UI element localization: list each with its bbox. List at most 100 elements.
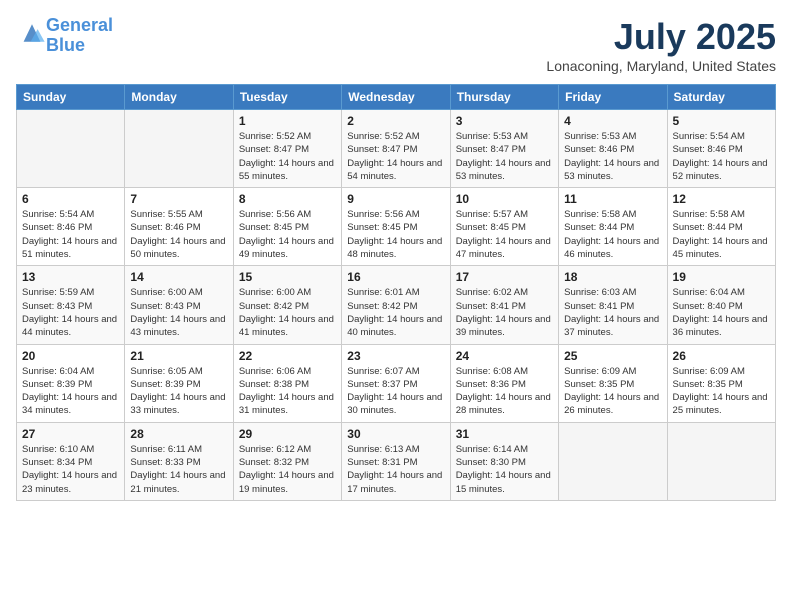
- day-number: 23: [347, 349, 444, 363]
- calendar-cell-6: 6Sunrise: 5:54 AM Sunset: 8:46 PM Daylig…: [17, 188, 125, 266]
- logo: General Blue: [16, 16, 113, 56]
- day-number: 11: [564, 192, 661, 206]
- calendar-cell-21: 21 Sunrise: 6:05 AM Sunset: 8:39 PM Dayli…: [125, 344, 233, 422]
- calendar-cell-9: 9 Sunrise: 5:56 AM Sunset: 8:45 PM Daylig…: [342, 188, 450, 266]
- calendar-cell-24: 24 Sunrise: 6:08 AM Sunset: 8:36 PM Dayli…: [450, 344, 558, 422]
- day-number: 13: [22, 270, 119, 284]
- calendar-cell-14: 14 Sunrise: 6:00 AM Sunset: 8:43 PM Dayli…: [125, 266, 233, 344]
- day-number: 12: [673, 192, 770, 206]
- calendar-cell-7: 7 Sunrise: 5:55 AM Sunset: 8:46 PM Daylig…: [125, 188, 233, 266]
- day-number: 14: [130, 270, 227, 284]
- calendar-cell-1: 1Sunrise: 5:52 AM Sunset: 8:47 PM Daylig…: [233, 110, 341, 188]
- day-number: 8: [239, 192, 336, 206]
- calendar-cell-31: 31 Sunrise: 6:14 AM Sunset: 8:30 PM Dayli…: [450, 422, 558, 500]
- month-title: July 2025: [546, 16, 776, 58]
- calendar-cell-8: 8 Sunrise: 5:56 AM Sunset: 8:45 PM Daylig…: [233, 188, 341, 266]
- day-info: Sunrise: 5:53 AM Sunset: 8:46 PM Dayligh…: [564, 130, 661, 183]
- day-info: Sunrise: 6:12 AM Sunset: 8:32 PM Dayligh…: [239, 443, 336, 496]
- calendar-cell-12: 12 Sunrise: 5:58 AM Sunset: 8:44 PM Dayli…: [667, 188, 775, 266]
- week-row-3: 13 Sunrise: 5:59 AM Sunset: 8:43 PM Dayli…: [17, 266, 776, 344]
- calendar-cell-28: 28 Sunrise: 6:11 AM Sunset: 8:33 PM Dayli…: [125, 422, 233, 500]
- day-info: Sunrise: 5:56 AM Sunset: 8:45 PM Dayligh…: [347, 208, 444, 261]
- day-number: 29: [239, 427, 336, 441]
- day-number: 16: [347, 270, 444, 284]
- day-info: Sunrise: 6:13 AM Sunset: 8:31 PM Dayligh…: [347, 443, 444, 496]
- day-number: 31: [456, 427, 553, 441]
- week-row-4: 20Sunrise: 6:04 AM Sunset: 8:39 PM Dayli…: [17, 344, 776, 422]
- weekday-header-monday: Monday: [125, 85, 233, 110]
- calendar-cell-25: 25 Sunrise: 6:09 AM Sunset: 8:35 PM Dayli…: [559, 344, 667, 422]
- day-info: Sunrise: 5:52 AM Sunset: 8:47 PM Dayligh…: [347, 130, 444, 183]
- day-info: Sunrise: 6:11 AM Sunset: 8:33 PM Dayligh…: [130, 443, 227, 496]
- day-number: 6: [22, 192, 119, 206]
- day-info: Sunrise: 6:00 AM Sunset: 8:43 PM Dayligh…: [130, 286, 227, 339]
- calendar-cell-5: 5Sunrise: 5:54 AM Sunset: 8:46 PM Daylig…: [667, 110, 775, 188]
- calendar-cell-30: 30 Sunrise: 6:13 AM Sunset: 8:31 PM Dayli…: [342, 422, 450, 500]
- day-info: Sunrise: 5:53 AM Sunset: 8:47 PM Dayligh…: [456, 130, 553, 183]
- calendar-cell-13: 13 Sunrise: 5:59 AM Sunset: 8:43 PM Dayli…: [17, 266, 125, 344]
- weekday-header-saturday: Saturday: [667, 85, 775, 110]
- calendar-cell-27: 27 Sunrise: 6:10 AM Sunset: 8:34 PM Dayli…: [17, 422, 125, 500]
- week-row-5: 27 Sunrise: 6:10 AM Sunset: 8:34 PM Dayli…: [17, 422, 776, 500]
- calendar-cell-19: 19Sunrise: 6:04 AM Sunset: 8:40 PM Dayli…: [667, 266, 775, 344]
- calendar-cell-11: 11 Sunrise: 5:58 AM Sunset: 8:44 PM Dayli…: [559, 188, 667, 266]
- title-area: July 2025 Lonaconing, Maryland, United S…: [546, 16, 776, 74]
- day-info: Sunrise: 6:09 AM Sunset: 8:35 PM Dayligh…: [673, 365, 770, 418]
- weekday-header-friday: Friday: [559, 85, 667, 110]
- weekday-header-sunday: Sunday: [17, 85, 125, 110]
- day-info: Sunrise: 5:57 AM Sunset: 8:45 PM Dayligh…: [456, 208, 553, 261]
- day-number: 24: [456, 349, 553, 363]
- calendar-cell-empty: [17, 110, 125, 188]
- calendar-cell-18: 18Sunrise: 6:03 AM Sunset: 8:41 PM Dayli…: [559, 266, 667, 344]
- day-number: 27: [22, 427, 119, 441]
- day-number: 1: [239, 114, 336, 128]
- day-number: 3: [456, 114, 553, 128]
- day-info: Sunrise: 5:54 AM Sunset: 8:46 PM Dayligh…: [673, 130, 770, 183]
- day-info: Sunrise: 5:59 AM Sunset: 8:43 PM Dayligh…: [22, 286, 119, 339]
- day-number: 7: [130, 192, 227, 206]
- day-number: 25: [564, 349, 661, 363]
- day-info: Sunrise: 6:09 AM Sunset: 8:35 PM Dayligh…: [564, 365, 661, 418]
- calendar-cell-empty: [125, 110, 233, 188]
- day-number: 26: [673, 349, 770, 363]
- calendar-cell-3: 3 Sunrise: 5:53 AM Sunset: 8:47 PM Daylig…: [450, 110, 558, 188]
- page-header: General Blue July 2025 Lonaconing, Maryl…: [16, 16, 776, 74]
- weekday-header-thursday: Thursday: [450, 85, 558, 110]
- day-number: 30: [347, 427, 444, 441]
- day-info: Sunrise: 5:58 AM Sunset: 8:44 PM Dayligh…: [564, 208, 661, 261]
- calendar-cell-26: 26 Sunrise: 6:09 AM Sunset: 8:35 PM Dayli…: [667, 344, 775, 422]
- day-info: Sunrise: 5:56 AM Sunset: 8:45 PM Dayligh…: [239, 208, 336, 261]
- calendar-cell-29: 29 Sunrise: 6:12 AM Sunset: 8:32 PM Dayli…: [233, 422, 341, 500]
- day-info: Sunrise: 6:01 AM Sunset: 8:42 PM Dayligh…: [347, 286, 444, 339]
- day-info: Sunrise: 6:02 AM Sunset: 8:41 PM Dayligh…: [456, 286, 553, 339]
- day-info: Sunrise: 6:08 AM Sunset: 8:36 PM Dayligh…: [456, 365, 553, 418]
- calendar-cell-empty: [667, 422, 775, 500]
- day-number: 9: [347, 192, 444, 206]
- calendar-cell-10: 10 Sunrise: 5:57 AM Sunset: 8:45 PM Dayli…: [450, 188, 558, 266]
- day-info: Sunrise: 5:55 AM Sunset: 8:46 PM Dayligh…: [130, 208, 227, 261]
- day-number: 4: [564, 114, 661, 128]
- calendar-table: SundayMondayTuesdayWednesdayThursdayFrid…: [16, 84, 776, 501]
- day-info: Sunrise: 5:58 AM Sunset: 8:44 PM Dayligh…: [673, 208, 770, 261]
- day-info: Sunrise: 6:03 AM Sunset: 8:41 PM Dayligh…: [564, 286, 661, 339]
- day-number: 28: [130, 427, 227, 441]
- day-info: Sunrise: 6:05 AM Sunset: 8:39 PM Dayligh…: [130, 365, 227, 418]
- week-row-2: 6Sunrise: 5:54 AM Sunset: 8:46 PM Daylig…: [17, 188, 776, 266]
- day-info: Sunrise: 6:07 AM Sunset: 8:37 PM Dayligh…: [347, 365, 444, 418]
- calendar-cell-17: 17 Sunrise: 6:02 AM Sunset: 8:41 PM Dayli…: [450, 266, 558, 344]
- logo-blue: Blue: [46, 35, 85, 55]
- calendar-cell-22: 22 Sunrise: 6:06 AM Sunset: 8:38 PM Dayli…: [233, 344, 341, 422]
- day-number: 19: [673, 270, 770, 284]
- calendar-cell-20: 20Sunrise: 6:04 AM Sunset: 8:39 PM Dayli…: [17, 344, 125, 422]
- day-number: 21: [130, 349, 227, 363]
- weekday-header-tuesday: Tuesday: [233, 85, 341, 110]
- day-info: Sunrise: 6:06 AM Sunset: 8:38 PM Dayligh…: [239, 365, 336, 418]
- weekday-header-wednesday: Wednesday: [342, 85, 450, 110]
- day-info: Sunrise: 6:14 AM Sunset: 8:30 PM Dayligh…: [456, 443, 553, 496]
- day-number: 22: [239, 349, 336, 363]
- day-info: Sunrise: 6:00 AM Sunset: 8:42 PM Dayligh…: [239, 286, 336, 339]
- day-number: 17: [456, 270, 553, 284]
- day-number: 10: [456, 192, 553, 206]
- day-info: Sunrise: 6:10 AM Sunset: 8:34 PM Dayligh…: [22, 443, 119, 496]
- calendar-cell-4: 4 Sunrise: 5:53 AM Sunset: 8:46 PM Daylig…: [559, 110, 667, 188]
